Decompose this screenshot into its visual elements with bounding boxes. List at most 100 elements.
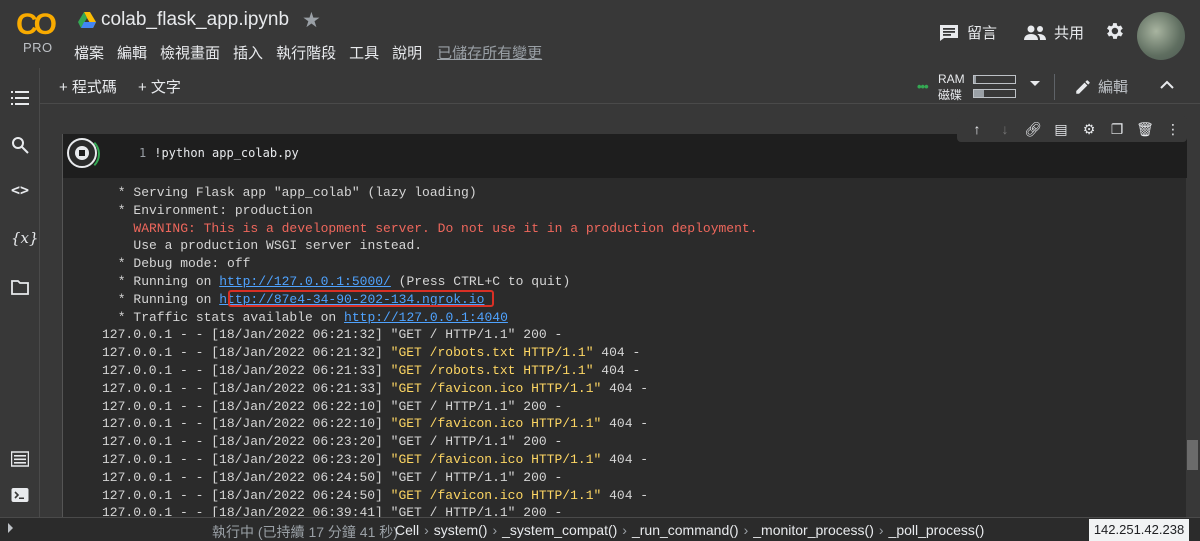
log-line: 127.0.0.1 - - [18/Jan/2022 06:24:50] "GE…: [102, 469, 758, 487]
menu-edit[interactable]: 編輯: [117, 42, 147, 63]
ram-usage-bar: [973, 75, 1016, 84]
status-bar: 執行中 (已持續 17 分鐘 41 秒) Cell › system() › _syst…: [0, 517, 1200, 541]
star-icon[interactable]: ★: [302, 8, 321, 33]
chevron-up-icon[interactable]: [1160, 78, 1174, 92]
code-snippets-icon[interactable]: <>: [11, 181, 29, 199]
log-request: "GET /robots.txt HTTP/1.1": [390, 345, 594, 361]
notebook-area: 1 !python app_colab.py ↑ ↓ 🔗︎ ▤ ⚙ ❐ 🗑︎ ⋮ …: [41, 105, 1200, 517]
cell-output: * Serving Flask app "app_colab" (lazy lo…: [102, 184, 758, 517]
log-status: 200 -: [515, 434, 563, 450]
breadcrumb-item[interactable]: _run_command(): [632, 522, 739, 538]
log-status: 404 -: [601, 416, 649, 432]
log-line: 127.0.0.1 - - [18/Jan/2022 06:22:10] "GE…: [102, 415, 758, 433]
log-request: "GET / HTTP/1.1": [390, 469, 516, 485]
breadcrumb-separator: ›: [743, 522, 749, 538]
log-request: "GET /favicon.ico HTTP/1.1": [390, 487, 602, 503]
comment-icon: [940, 24, 958, 41]
traffic-stats-link[interactable]: http://127.0.0.1:4040: [344, 310, 508, 325]
breadcrumb-separator: ›: [622, 522, 627, 538]
connected-status-icon: •••: [917, 79, 929, 94]
move-down-icon[interactable]: ↓: [991, 121, 1019, 137]
log-request: "GET / HTTP/1.1": [390, 505, 516, 517]
pencil-icon: [1076, 79, 1090, 94]
cell-settings-gear-icon[interactable]: ⚙: [1075, 121, 1103, 138]
terminal-icon[interactable]: [11, 486, 29, 504]
scrollbar-thumb[interactable]: [1187, 440, 1198, 470]
comment-icon[interactable]: ▤: [1047, 121, 1075, 138]
notebook-title[interactable]: colab_flask_app.ipynb: [101, 9, 289, 31]
comment-label: 留言: [967, 25, 998, 42]
menu-view[interactable]: 檢視畫面: [160, 42, 220, 63]
menu-runtime[interactable]: 執行階段: [276, 42, 336, 63]
menu-insert[interactable]: 插入: [233, 42, 263, 63]
breadcrumb-item[interactable]: _poll_process(): [889, 522, 985, 538]
edit-mode-button[interactable]: 編輯: [1074, 76, 1128, 97]
breadcrumb-item[interactable]: _system_compat(): [502, 522, 617, 538]
log-prefix: 127.0.0.1 - - [18/Jan/2022 06:23:20]: [102, 434, 391, 450]
comment-button[interactable]: 留言: [939, 22, 997, 43]
line-number: 1: [139, 146, 147, 160]
breadcrumb-item[interactable]: Cell: [395, 522, 419, 538]
log-request: "GET /robots.txt HTTP/1.1": [390, 362, 594, 378]
table-of-contents-icon[interactable]: [11, 89, 29, 107]
log-status: 404 -: [593, 345, 641, 361]
share-button[interactable]: 共用: [1024, 22, 1084, 43]
chevron-down-icon[interactable]: [1030, 81, 1040, 86]
log-line: 127.0.0.1 - - [18/Jan/2022 06:23:20] "GE…: [102, 451, 758, 469]
ip-address-tooltip: 142.251.42.238: [1089, 519, 1189, 541]
log-prefix: 127.0.0.1 - - [18/Jan/2022 06:22:10]: [102, 416, 391, 432]
local-server-link[interactable]: http://127.0.0.1:5000/: [219, 274, 391, 289]
link-icon[interactable]: 🔗︎: [1019, 121, 1047, 138]
user-avatar[interactable]: [1137, 12, 1185, 60]
log-prefix: 127.0.0.1 - - [18/Jan/2022 06:22:10]: [102, 398, 391, 414]
menu-help[interactable]: 說明: [392, 42, 422, 63]
log-prefix: 127.0.0.1 - - [18/Jan/2022 06:23:20]: [102, 451, 391, 467]
move-up-icon[interactable]: ↑: [963, 121, 991, 137]
breadcrumb-separator: ›: [878, 522, 884, 538]
breadcrumb-separator: ›: [424, 522, 429, 538]
disk-usage-bar: [973, 89, 1016, 98]
log-prefix: 127.0.0.1 - - [18/Jan/2022 06:24:50]: [102, 469, 391, 485]
log-status: 200 -: [515, 327, 563, 343]
more-vert-icon[interactable]: ⋮: [1159, 121, 1187, 138]
save-status-link[interactable]: 已儲存所有變更: [437, 42, 542, 63]
edit-label: 編輯: [1098, 79, 1129, 96]
colab-logo[interactable]: CO PRO: [14, 8, 60, 58]
code-line[interactable]: 1 !python app_colab.py: [139, 146, 299, 160]
log-prefix: 127.0.0.1 - - [18/Jan/2022 06:21:32]: [102, 327, 391, 343]
output-line: * Serving Flask app "app_colab" (lazy lo…: [110, 185, 477, 200]
log-status: 404 -: [601, 451, 649, 467]
call-stack-breadcrumb: Cell › system() › _system_compat() › _run_comm…: [395, 522, 984, 538]
mirror-cell-icon[interactable]: ❐: [1103, 121, 1131, 138]
log-line: 127.0.0.1 - - [18/Jan/2022 06:24:50] "GE…: [102, 487, 758, 505]
settings-gear-icon[interactable]: [1103, 20, 1125, 42]
breadcrumb-item[interactable]: system(): [434, 522, 488, 538]
menu-file[interactable]: 檔案: [74, 42, 104, 63]
log-request: "GET / HTTP/1.1": [390, 434, 516, 450]
log-prefix: 127.0.0.1 - - [18/Jan/2022 06:21:32]: [102, 345, 391, 361]
code-text: !python app_colab.py: [154, 146, 299, 160]
stop-execution-button[interactable]: [67, 138, 97, 168]
add-code-button[interactable]: + 程式碼: [59, 76, 117, 97]
menu-tools[interactable]: 工具: [349, 42, 379, 63]
delete-trash-icon[interactable]: 🗑︎: [1131, 121, 1159, 138]
breadcrumb-item[interactable]: _monitor_process(): [753, 522, 874, 538]
code-cell[interactable]: 1 !python app_colab.py ↑ ↓ 🔗︎ ▤ ⚙ ❐ 🗑︎ ⋮ …: [62, 116, 1187, 517]
execution-status: 執行中 (已持續 17 分鐘 41 秒): [212, 524, 398, 540]
drive-icon[interactable]: [78, 12, 96, 28]
expand-arrow-icon[interactable]: [8, 523, 13, 533]
command-palette-icon[interactable]: [11, 450, 29, 468]
variables-icon[interactable]: {x}: [11, 229, 39, 247]
add-text-button[interactable]: + 文字: [138, 76, 181, 97]
search-icon[interactable]: [11, 136, 29, 154]
log-line: 127.0.0.1 - - [18/Jan/2022 06:21:33] "GE…: [102, 380, 758, 398]
folder-icon[interactable]: [11, 278, 29, 296]
warning-line: WARNING: This is a development server. D…: [110, 220, 758, 236]
resource-monitor[interactable]: ••• RAM 磁碟: [917, 70, 1040, 102]
log-line: 127.0.0.1 - - [18/Jan/2022 06:21:32] "GE…: [102, 326, 758, 344]
output-line: * Traffic stats available on http://127.…: [110, 309, 758, 327]
output-text: (Press CTRL+C to quit): [390, 273, 571, 289]
menu-bar: 檔案 編輯 檢視畫面 插入 執行階段 工具 說明 已儲存所有變更: [74, 42, 542, 63]
log-prefix: 127.0.0.1 - - [18/Jan/2022 06:39:41]: [102, 505, 391, 517]
output-line: Use a production WSGI server instead.: [110, 238, 423, 254]
